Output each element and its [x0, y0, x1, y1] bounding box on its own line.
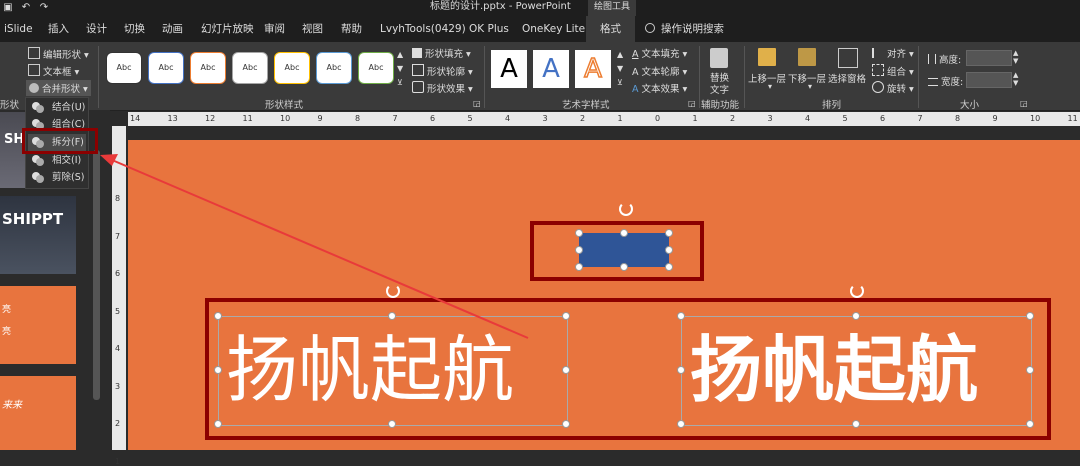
arrow-head	[100, 154, 118, 166]
ruler-tick-label: 1	[115, 456, 121, 466]
arrow-line	[111, 159, 529, 339]
annotation-arrow	[100, 154, 529, 339]
